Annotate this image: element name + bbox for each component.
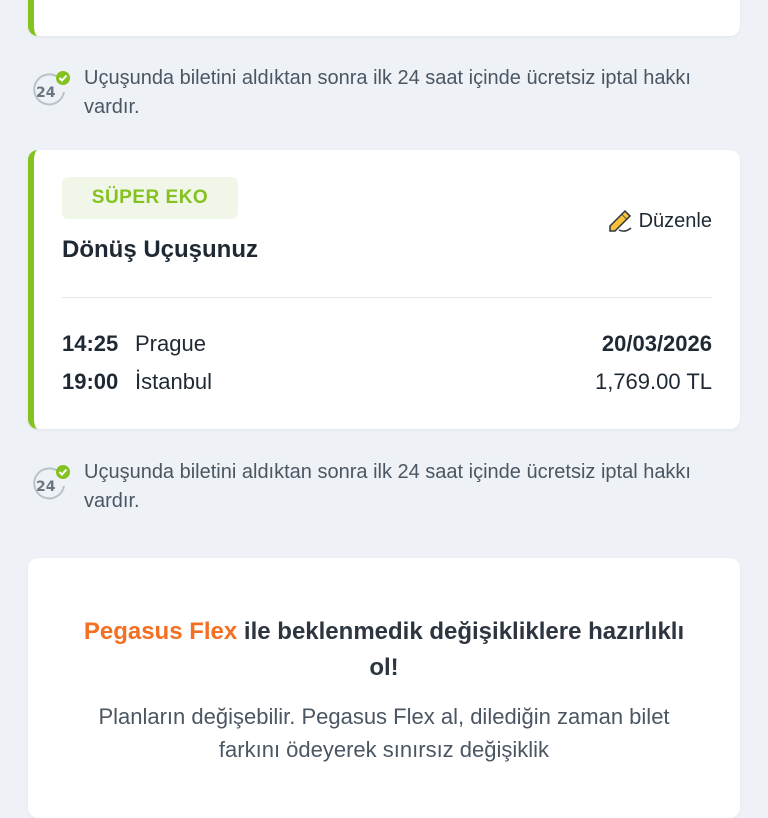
outbound-flight-card: g TL xyxy=(28,0,740,36)
flight-price: 1,769.00 TL xyxy=(594,369,712,394)
departure-city: Prague xyxy=(135,331,206,356)
arrival-time: 19:00 xyxy=(62,369,119,394)
edit-button[interactable]: Düzenle xyxy=(607,208,712,234)
flex-body-text: Planların değişebilir. Pegasus Flex al, … xyxy=(98,704,670,762)
flex-headline-text: ile beklenmedik değişikliklere hazırlıkl… xyxy=(237,618,685,681)
departure-row: 14:25 Prague 20/03/2026 xyxy=(62,331,712,361)
free-cancel-notice: 24 Uçuşunda biletini aldıktan sonra ilk … xyxy=(28,64,740,124)
fare-badge: SÜPER EKO xyxy=(62,177,238,219)
arrival-row: 19:00 İstanbul 1,769.00 TL xyxy=(62,369,712,399)
flight-date: 20/03/2026 xyxy=(601,331,712,356)
arrival-city: İstanbul xyxy=(135,369,213,394)
pencil-icon xyxy=(608,209,632,232)
free-cancel-notice: 24 Uçuşunda biletini aldıktan sonra ilk … xyxy=(28,458,740,518)
departure-time: 14:25 xyxy=(62,331,119,356)
return-flight-card: SÜPER EKO Düzenle Dönüş Uçuşunuz 14:25 P… xyxy=(28,150,740,429)
flex-headline: Pegasus Flex ile beklenmedik değişiklikl… xyxy=(68,614,700,686)
24-hour-check-icon: 24 xyxy=(33,465,70,500)
flight-title: Dönüş Uçuşunuz xyxy=(62,236,258,263)
free-cancel-text: Uçuşunda biletini aldıktan sonra ilk 24 … xyxy=(84,461,691,512)
svg-text:24: 24 xyxy=(36,479,56,495)
free-cancel-text: Uçuşunda biletini aldıktan sonra ilk 24 … xyxy=(84,67,691,118)
24-hour-check-icon: 24 xyxy=(33,71,70,106)
divider xyxy=(62,297,712,298)
flex-brand: Pegasus Flex xyxy=(83,618,238,645)
svg-text:24: 24 xyxy=(36,85,56,101)
pegasus-flex-card: Pegasus Flex ile beklenmedik değişiklikl… xyxy=(28,558,740,818)
edit-label: Düzenle xyxy=(638,209,712,232)
